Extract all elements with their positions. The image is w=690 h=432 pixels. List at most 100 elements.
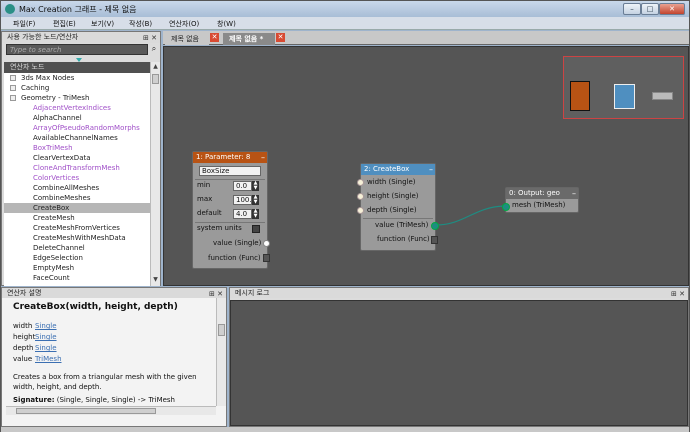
minimize-node-icon[interactable]: – (572, 188, 576, 199)
output-node-title[interactable]: 0: Output: geo – (506, 188, 578, 199)
expand-icon[interactable] (10, 75, 16, 81)
graph-canvas[interactable]: 1: Parameter: 8– BoxSize min 0.0 ▲ ▼ max … (163, 46, 689, 286)
parameter-name-field[interactable]: BoxSize (199, 166, 261, 176)
minimize-node-icon[interactable]: – (261, 152, 265, 163)
tree-item[interactable]: ArrayOfPseudoRandomMorphs (4, 123, 150, 133)
min-field[interactable]: 0.0 (233, 181, 252, 191)
pane-controls-icon[interactable]: ⊞ ✕ (671, 289, 685, 299)
menu-window[interactable]: 창(W) (217, 19, 236, 29)
menu-bar: 파일(F) 편집(E) 보기(V) 작성(B) 연산자(O) 창(W) (1, 17, 689, 30)
nodes-panel-title: 사용 가능한 노드/연산자 (7, 33, 79, 41)
max-field[interactable]: 100.0 (233, 195, 252, 205)
tab-untitled-1[interactable]: 제목 없음 (165, 33, 209, 45)
createbox-node[interactable]: 2: CreateBox – width (Single) height (Sin… (357, 163, 439, 251)
tree-item[interactable]: ClearVertexData (4, 153, 150, 163)
parameter-node-title[interactable]: 1: Parameter: 8 – (193, 152, 267, 163)
system-units-checkbox[interactable] (252, 225, 260, 233)
input-width-label: width (Single) (367, 178, 416, 186)
description-scrollbar[interactable] (216, 298, 226, 406)
tree-item[interactable]: CreateMesh (4, 213, 150, 223)
tree-item[interactable]: FaceCount (4, 273, 150, 283)
node-tree: 3ds Max Nodes Caching Geometry - TriMesh… (4, 73, 150, 286)
maximize-button[interactable]: □ (641, 3, 659, 15)
input-port-height[interactable] (357, 193, 364, 200)
tree-item[interactable]: CreateBox (4, 203, 150, 213)
output-port-function[interactable] (431, 236, 438, 244)
tree-item[interactable]: CombineMeshes (4, 193, 150, 203)
search-icon[interactable]: ⌕ (149, 44, 159, 55)
minimap-createbox-node (614, 84, 635, 109)
param-type-link[interactable]: TriMesh (35, 355, 62, 363)
param-name: width (13, 322, 33, 330)
param-type-link[interactable]: Single (35, 333, 57, 341)
param-name: depth (13, 344, 34, 352)
input-depth-label: depth (Single) (367, 206, 417, 214)
tree-item[interactable]: AdjacentVertexIndices (4, 103, 150, 113)
scroll-thumb[interactable] (16, 408, 156, 414)
node-title-text: 1: Parameter: 8 (196, 153, 251, 161)
tree-item[interactable]: CreateMeshWithMeshData (4, 233, 150, 243)
input-mesh-label: mesh (TriMesh) (512, 201, 566, 209)
tree-item[interactable]: AvailableChannelNames (4, 133, 150, 143)
createbox-node-title[interactable]: 2: CreateBox – (361, 164, 435, 175)
param-type-link[interactable]: Single (35, 344, 57, 352)
tree-category[interactable]: 3ds Max Nodes (4, 73, 150, 83)
min-stepper[interactable]: ▲ ▼ (252, 181, 259, 191)
signature-line: Signature: (Single, Single, Single) -> T… (13, 396, 175, 404)
minimap[interactable] (563, 56, 684, 119)
tree-category-label: 3ds Max Nodes (21, 74, 75, 82)
tree-item[interactable]: CloneAndTransformMesh (4, 163, 150, 173)
input-port-width[interactable] (357, 179, 364, 186)
input-port-mesh[interactable] (502, 203, 510, 211)
tree-item[interactable]: CombineAllMeshes (4, 183, 150, 193)
default-stepper[interactable]: ▲ ▼ (252, 209, 259, 219)
tree-item[interactable]: AlphaChannel (4, 113, 150, 123)
message-log-panel: 메시지 로그 ⊞ ✕ (229, 287, 689, 427)
search-input[interactable]: Type to search (6, 44, 148, 55)
tree-item[interactable]: CreateMeshFromVertices (4, 223, 150, 233)
tree-category[interactable]: Caching (4, 83, 150, 93)
description-horizontal-scrollbar[interactable] (6, 406, 216, 415)
scroll-down-icon[interactable]: ▼ (152, 276, 159, 285)
tree-item[interactable]: DeleteChannel (4, 243, 150, 253)
max-stepper[interactable]: ▲ ▼ (252, 195, 259, 205)
input-port-depth[interactable] (357, 207, 364, 214)
default-field[interactable]: 4.0 (233, 209, 252, 219)
close-window-button[interactable]: ✕ (659, 3, 685, 15)
minimize-node-icon[interactable]: – (429, 164, 433, 175)
param-type-link[interactable]: Single (35, 322, 57, 330)
output-port-function[interactable] (263, 254, 270, 262)
tab-close-icon[interactable]: ✕ (276, 33, 285, 42)
scroll-thumb[interactable] (218, 324, 225, 336)
menu-file[interactable]: 파일(F) (13, 19, 35, 29)
parameter-node[interactable]: 1: Parameter: 8– BoxSize min 0.0 ▲ ▼ max … (192, 151, 270, 269)
message-log-area[interactable] (230, 300, 688, 426)
output-function-label: function (Func) (208, 254, 261, 262)
menu-operators[interactable]: 연산자(O) (169, 19, 199, 29)
tab-close-icon[interactable]: ✕ (210, 33, 219, 42)
tree-item[interactable]: BoxTriMesh (4, 143, 150, 153)
app-logo-icon (5, 4, 15, 14)
output-node[interactable]: 0: Output: geo – mesh (TriMesh) (502, 187, 579, 213)
menu-create[interactable]: 작성(B) (129, 19, 152, 29)
tree-category[interactable]: Geometry - TriMesh (4, 93, 150, 103)
tab-untitled-2[interactable]: 제목 없음 * (223, 33, 275, 45)
tree-item[interactable]: EmptyMesh (4, 263, 150, 273)
scroll-up-icon[interactable]: ▲ (152, 63, 159, 72)
tree-scrollbar[interactable]: ▲ ▼ (150, 62, 160, 286)
output-port-value[interactable] (263, 240, 270, 247)
signature-value: (Single, Single, Single) -> TriMesh (56, 396, 175, 404)
scroll-thumb[interactable] (152, 74, 159, 84)
pane-controls-icon[interactable]: ⊞ ✕ (143, 33, 157, 44)
expand-icon[interactable] (10, 85, 16, 91)
graph-tabs: 제목 없음 ✕ 제목 없음 * ✕ (163, 31, 689, 45)
tree-item[interactable]: EdgeSelection (4, 253, 150, 263)
tree-header: 연산자 노드 (4, 62, 154, 73)
menu-view[interactable]: 보기(V) (91, 19, 114, 29)
node-title-text: 2: CreateBox (364, 165, 410, 173)
minimize-button[interactable]: – (623, 3, 641, 15)
collapse-icon[interactable] (10, 95, 16, 101)
output-port-value[interactable] (431, 222, 439, 230)
menu-edit[interactable]: 편집(E) (53, 19, 76, 29)
tree-item[interactable]: ColorVertices (4, 173, 150, 183)
